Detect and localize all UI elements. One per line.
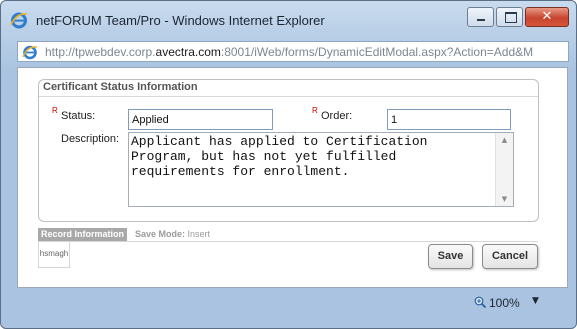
status-required-marker: R (52, 106, 58, 115)
zoom-level[interactable]: 100% (489, 296, 520, 310)
status-field[interactable]: Applied (128, 109, 273, 130)
chevron-down-icon[interactable]: ▼ (532, 296, 539, 306)
save-mode-value: Insert (187, 229, 211, 239)
order-field[interactable]: 1 (387, 109, 511, 130)
url-domain: avectra.com (155, 45, 221, 59)
fieldset-legend: Certificant Status Information (41, 81, 200, 93)
page-icon (22, 45, 38, 60)
order-required-marker: R (312, 106, 318, 115)
zoom-icon[interactable] (474, 296, 486, 308)
close-icon: ✕ (541, 9, 553, 24)
scroll-down-icon[interactable]: ▼ (496, 195, 513, 203)
certificant-status-fieldset: Certificant Status Information R Status:… (38, 79, 539, 222)
maximize-icon (497, 8, 522, 26)
status-label: Status: (61, 110, 96, 122)
scroll-up-icon[interactable]: ▲ (496, 136, 513, 144)
legend-divider (39, 96, 538, 97)
save-mode-label: Save Mode: (135, 229, 186, 239)
minimize-icon (468, 8, 493, 26)
browser-window: netFORUM Team/Pro - Windows Internet Exp… (0, 0, 577, 329)
save-button[interactable]: Save (428, 244, 473, 269)
cancel-button[interactable]: Cancel (482, 244, 538, 269)
description-label: Description: (61, 133, 120, 145)
close-button[interactable]: ✕ (525, 7, 569, 27)
record-user: hsmagh (38, 242, 70, 268)
window-title: netFORUM Team/Pro - Windows Internet Exp… (36, 13, 325, 28)
window-controls: ✕ (465, 7, 569, 29)
description-text: Applicant has applied to Certification P… (131, 134, 436, 179)
status-bar: 100% ▼ (2, 290, 577, 316)
title-bar[interactable]: netFORUM Team/Pro - Windows Internet Exp… (1, 1, 576, 39)
record-information-tab[interactable]: Record Information (38, 228, 128, 241)
record-divider (38, 241, 538, 242)
order-label: Order: (321, 110, 353, 122)
url-path: :8001/iWeb/forms/DynamicEditModal.aspx?A… (220, 45, 534, 59)
url-prefix: http://tpwebdev.corp. (45, 45, 156, 59)
save-mode: Save Mode: Insert (135, 229, 210, 240)
description-scrollbar[interactable]: ▲ ▼ (495, 133, 513, 206)
address-bar[interactable]: http://tpwebdev.corp.avectra.com:8001/iW… (17, 41, 569, 62)
modal-content: Certificant Status Information R Status:… (17, 67, 568, 288)
maximize-button[interactable] (496, 7, 523, 27)
minimize-button[interactable] (467, 7, 494, 27)
internet-explorer-icon (10, 12, 28, 29)
description-textarea[interactable]: Applicant has applied to Certification P… (128, 132, 514, 207)
url-text[interactable]: http://tpwebdev.corp.avectra.com:8001/iW… (45, 45, 565, 59)
